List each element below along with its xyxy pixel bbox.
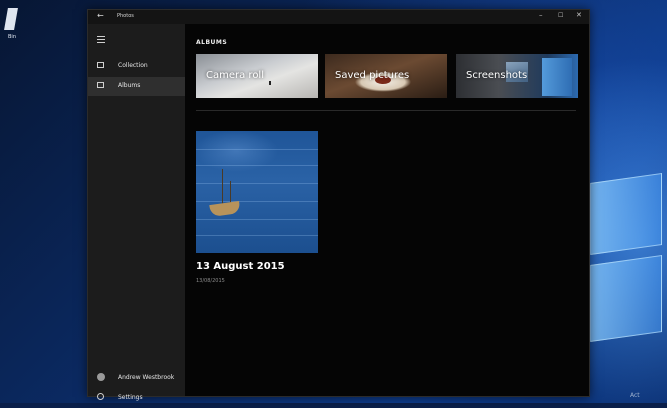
- activation-text: Act: [630, 392, 640, 399]
- album-date: 13/08/2015: [196, 278, 225, 284]
- settings-button[interactable]: Settings: [88, 390, 185, 408]
- screenshots-tile[interactable]: Screenshots: [456, 54, 578, 98]
- main-content: ALBUMS Camera roll Saved pictures Screen…: [185, 24, 589, 396]
- back-arrow-icon[interactable]: ←: [97, 11, 104, 20]
- boat-mast: [222, 169, 223, 205]
- tile-label: Screenshots: [466, 70, 528, 81]
- tile-label: Saved pictures: [335, 70, 410, 81]
- sidebar: Collection Albums Andrew Westbrook Setti…: [88, 24, 185, 401]
- minimize-button[interactable]: –: [539, 11, 543, 19]
- photo-figure: [269, 81, 271, 85]
- album-thumbnail[interactable]: [196, 131, 318, 253]
- tile-label: Camera roll: [206, 70, 264, 81]
- sidebar-item-label: Albums: [118, 82, 141, 89]
- collection-icon: [97, 62, 104, 68]
- album-title[interactable]: 13 August 2015: [196, 261, 285, 272]
- photo-screen-logo: [542, 58, 572, 96]
- logo-pane-top: [590, 172, 662, 256]
- albums-icon: [97, 82, 104, 88]
- settings-label: Settings: [118, 394, 143, 401]
- camera-roll-tile[interactable]: Camera roll: [196, 54, 318, 98]
- page-title: ALBUMS: [196, 39, 228, 46]
- maximize-button[interactable]: ☐: [558, 12, 563, 19]
- recycle-bin-label: Bin: [8, 34, 16, 40]
- sidebar-item-label: Collection: [118, 62, 148, 69]
- avatar: [97, 373, 105, 381]
- window-title: Photos: [117, 13, 134, 19]
- user-account[interactable]: Andrew Westbrook: [88, 370, 185, 388]
- close-button[interactable]: ✕: [576, 11, 582, 19]
- saved-pictures-tile[interactable]: Saved pictures: [325, 54, 447, 98]
- title-bar: ← Photos – ☐ ✕: [88, 10, 589, 24]
- hamburger-menu-icon[interactable]: [97, 36, 105, 45]
- gear-icon: [97, 393, 104, 400]
- sidebar-item-collection[interactable]: Collection: [88, 57, 185, 76]
- photos-window: ← Photos – ☐ ✕ Collection Albums Andrew …: [87, 9, 590, 401]
- user-name: Andrew Westbrook: [118, 374, 175, 381]
- boat-hull: [209, 200, 241, 218]
- divider: [196, 110, 576, 111]
- sidebar-item-albums[interactable]: Albums: [88, 77, 185, 96]
- recycle-bin-icon[interactable]: [4, 8, 18, 30]
- windows-logo: [590, 168, 662, 348]
- logo-pane-bottom: [590, 254, 662, 343]
